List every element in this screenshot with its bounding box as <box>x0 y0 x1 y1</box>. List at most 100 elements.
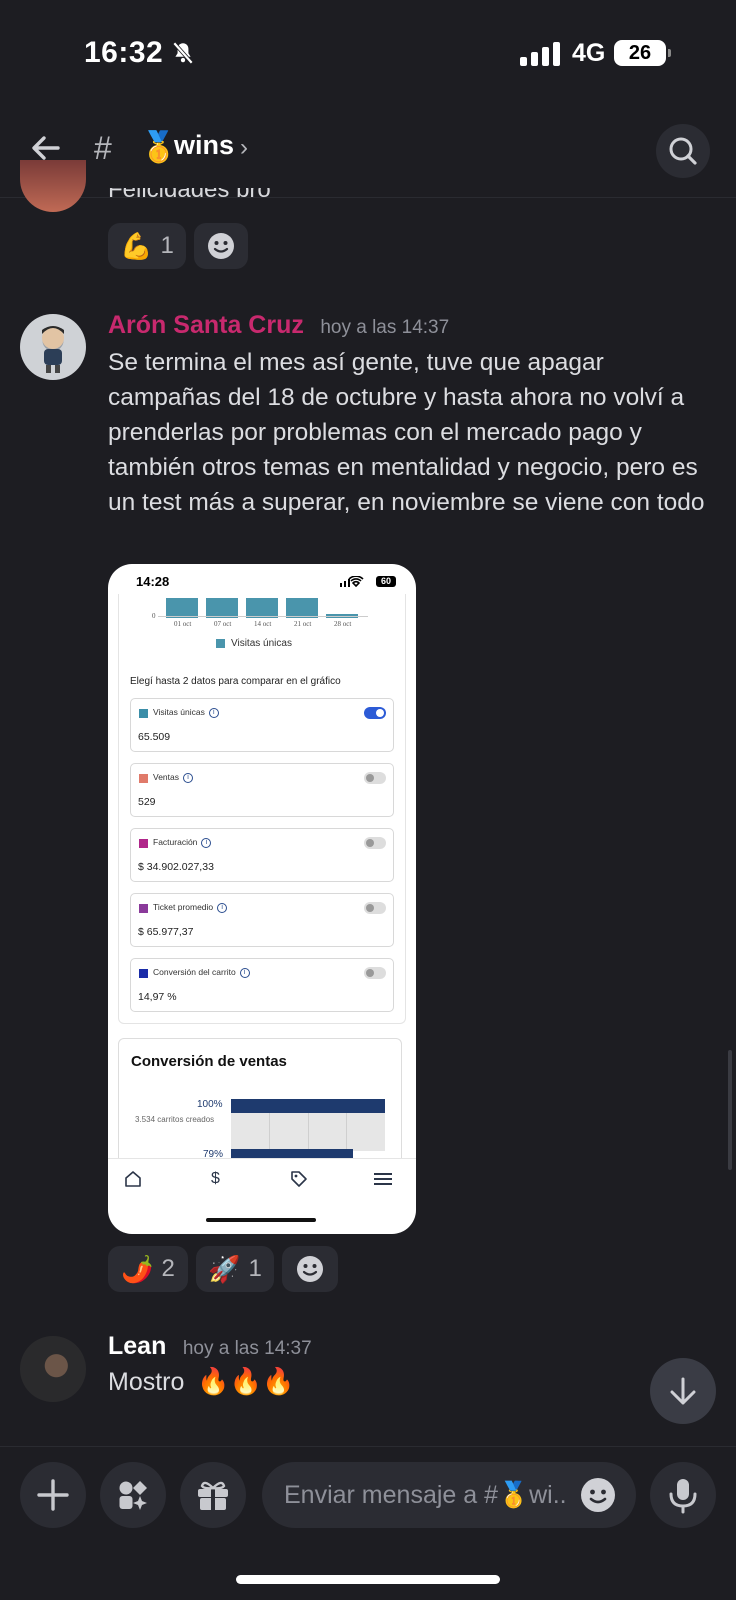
chevron-right-icon[interactable]: › <box>240 134 248 162</box>
home-icon <box>125 1171 141 1187</box>
metric-color-swatch <box>139 774 148 783</box>
metric-toggle[interactable] <box>364 967 386 979</box>
info-icon[interactable]: i <box>217 902 228 913</box>
metric-label: Ticket promedio i <box>153 902 228 913</box>
funnel-bar <box>231 1099 385 1113</box>
info-icon[interactable]: i <box>239 967 250 978</box>
reaction-emoji: 🌶️ <box>121 1253 154 1284</box>
add-reaction-button[interactable] <box>282 1246 338 1292</box>
metric-card[interactable]: Visitas únicas i 65.509 <box>130 698 394 752</box>
metric-value: $ 65.977,37 <box>138 926 194 938</box>
arrow-down-icon <box>670 1377 696 1405</box>
metric-label: Visitas únicas i <box>153 707 219 718</box>
battery-indicator: 26 <box>614 40 671 66</box>
message-author[interactable]: Arón Santa Cruz <box>108 311 304 339</box>
dollar-icon: $ <box>211 1170 220 1187</box>
reaction-chip[interactable]: 💪 1 <box>108 223 186 269</box>
metric-value: 529 <box>138 796 156 808</box>
plus-icon <box>37 1479 69 1511</box>
avatar[interactable] <box>20 314 86 380</box>
reaction-count: 1 <box>160 232 174 259</box>
channel-name[interactable]: wins <box>174 130 234 161</box>
signal-icon <box>520 42 560 66</box>
gift-button[interactable] <box>180 1462 246 1528</box>
search-icon <box>669 137 697 165</box>
info-icon[interactable]: i <box>201 837 212 848</box>
add-attachment-button[interactable] <box>20 1462 86 1528</box>
avatar[interactable] <box>20 1336 86 1402</box>
home-indicator <box>236 1575 500 1584</box>
search-button[interactable] <box>656 124 710 178</box>
metric-card[interactable]: Ventas i 529 <box>130 763 394 817</box>
status-time: 16:32 <box>84 36 164 69</box>
attachment-battery: 60 <box>376 576 396 587</box>
apps-icon <box>119 1481 147 1510</box>
channel-hash-icon: # <box>94 130 112 166</box>
message-text: Se termina el mes así gente, tuve que ap… <box>108 349 705 516</box>
metric-card[interactable]: Ticket promedio i $ 65.977,37 <box>130 893 394 947</box>
emoji-picker-icon[interactable] <box>580 1477 616 1513</box>
funnel-percent: 100% <box>197 1099 223 1110</box>
jump-to-present-button[interactable] <box>650 1358 716 1424</box>
message-timestamp: hoy a las 14:37 <box>182 1338 312 1359</box>
message-input[interactable]: Enviar mensaje a #🥇wi.. <box>262 1462 636 1528</box>
avatar-figure-icon <box>42 326 64 373</box>
message-input-placeholder: Enviar mensaje a #🥇wi.. <box>284 1481 567 1509</box>
metric-toggle[interactable] <box>364 837 386 849</box>
gift-icon <box>198 1481 228 1510</box>
smiley-plus-icon <box>297 1256 323 1282</box>
funnel-grid <box>308 1113 309 1151</box>
menu-icon <box>374 1173 392 1185</box>
smiley-plus-icon <box>208 233 234 259</box>
reaction-emoji: 💪 <box>120 230 153 261</box>
funnel-subtitle: 3.534 carritos creados <box>135 1115 215 1124</box>
voice-message-button[interactable] <box>650 1462 716 1528</box>
scrollbar-thumb[interactable] <box>728 1050 732 1170</box>
conversion-title: Conversión de ventas <box>131 1053 287 1070</box>
metric-toggle[interactable] <box>364 707 386 719</box>
metric-card[interactable]: Facturación i $ 34.902.027,33 <box>130 828 394 882</box>
reaction-chip[interactable]: 🌶️ 2 <box>108 1246 188 1292</box>
attachment-navbar <box>108 1158 416 1204</box>
composer-divider <box>0 1446 736 1447</box>
info-icon[interactable]: i <box>183 772 193 783</box>
attachment-signal-wifi-icon <box>340 576 364 588</box>
microphone-icon <box>669 1479 697 1514</box>
message-timestamp: hoy a las 14:37 <box>320 317 450 338</box>
metric-value: 65.509 <box>138 731 171 743</box>
fire-emojis: 🔥🔥🔥 <box>197 1366 295 1396</box>
avatar[interactable] <box>20 160 86 212</box>
reaction-count: 2 <box>161 1255 175 1282</box>
funnel-grid <box>346 1113 347 1151</box>
attachment-home-indicator <box>206 1218 316 1222</box>
metric-card[interactable]: Conversión del carrito i 14,97 % <box>130 958 394 1012</box>
metric-value: 14,97 % <box>138 991 177 1003</box>
network-type: 4G <box>572 39 606 67</box>
message-text: Mostro <box>108 1368 185 1396</box>
metric-color-swatch <box>139 839 148 848</box>
medal-emoji: 🥇 <box>140 131 178 164</box>
reaction-chip[interactable]: 🚀 1 <box>196 1246 274 1292</box>
metric-value: $ 34.902.027,33 <box>138 861 214 873</box>
funnel-grid <box>269 1113 270 1151</box>
apps-button[interactable] <box>100 1462 166 1528</box>
metric-toggle[interactable] <box>364 772 386 784</box>
message-author[interactable]: Lean <box>108 1332 166 1360</box>
compare-instruction: Elegí hasta 2 datos para comparar en el … <box>130 676 341 687</box>
info-icon[interactable]: i <box>208 707 219 718</box>
metric-label: Facturación i <box>153 837 212 848</box>
reaction-count: 1 <box>248 1255 262 1282</box>
bell-muted-icon <box>172 41 194 65</box>
metric-color-swatch <box>139 904 148 913</box>
metric-color-swatch <box>139 969 148 978</box>
tag-icon <box>291 1171 307 1187</box>
metric-toggle[interactable] <box>364 902 386 914</box>
previous-message-text: Felicidades bro <box>108 176 271 203</box>
metric-label: Conversión del carrito i <box>153 967 250 978</box>
add-reaction-button[interactable] <box>194 223 248 269</box>
metric-color-swatch <box>139 709 148 718</box>
reaction-emoji: 🚀 <box>208 1253 241 1284</box>
attachment-status-time: 14:28 <box>136 574 170 589</box>
image-attachment[interactable]: 14:28 60 0 01 oct 07 oct 14 oct 21 oct 2… <box>108 564 416 1234</box>
metric-label: Ventas i <box>153 772 193 783</box>
